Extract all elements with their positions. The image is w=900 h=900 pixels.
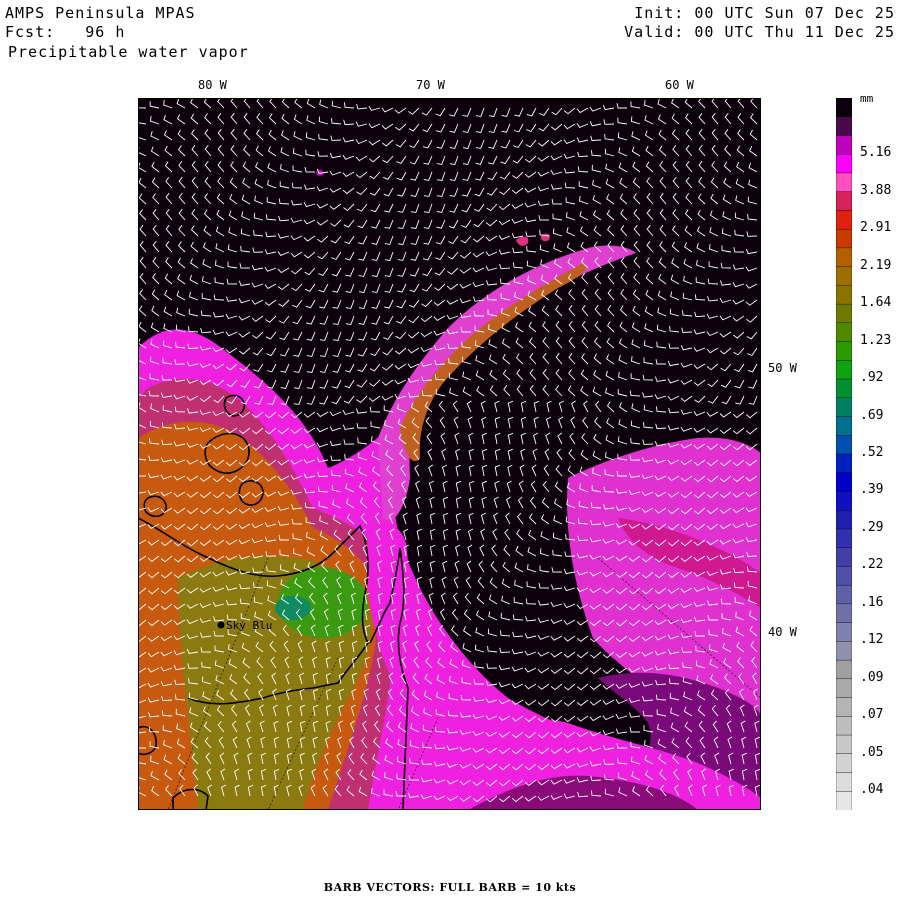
colorbar-label: .39 (860, 482, 884, 498)
colorbar-label: .05 (860, 744, 884, 760)
colorbar-swatch (836, 566, 852, 586)
forecast-hour: Fcst: 96 h (5, 23, 126, 41)
colorbar-swatch (836, 716, 852, 736)
colorbar-label: 2.91 (860, 220, 892, 236)
colorbar-swatch (836, 172, 852, 193)
colorbar-swatch (836, 641, 852, 661)
colorbar-swatch (836, 135, 852, 155)
colorbar-swatch (836, 360, 852, 380)
station-marker (217, 621, 225, 629)
colorbar-label: 2.19 (860, 257, 892, 273)
colorbar-label: .12 (860, 632, 884, 648)
colorbar-label: .09 (860, 669, 884, 685)
colorbar-swatch (836, 154, 852, 174)
colorbar-swatch (836, 247, 852, 268)
valid-time: Valid: 00 UTC Thu 11 Dec 25 (624, 23, 895, 41)
colorbar-swatch (836, 285, 852, 305)
colorbar-swatch (836, 753, 852, 774)
precipitable-water-map: Sky Blu (138, 98, 761, 810)
colorbar-swatch (836, 734, 852, 755)
lat-label-50w: 50 W (768, 361, 797, 375)
colorbar-swatch (836, 191, 852, 212)
colorbar-swatch (836, 341, 852, 362)
colorbar-swatch (836, 228, 852, 249)
colorbar-swatch (836, 584, 852, 605)
colorbar-swatch (836, 266, 852, 287)
barb-footnote: BARB VECTORS: FULL BARB = 10 kts (323, 881, 577, 894)
colorbar-label: .22 (860, 557, 884, 573)
station-label: Sky Blu (226, 619, 272, 632)
colorbar-label: .69 (860, 407, 884, 423)
colorbar-swatch (836, 435, 852, 455)
colorbar-swatch (836, 378, 852, 399)
colorbar-swatch (836, 210, 852, 230)
colorbar-label: 3.88 (860, 182, 892, 198)
colorbar-label: .52 (860, 445, 884, 460)
colorbar-unit: mm (860, 92, 874, 105)
colorbar-swatch (836, 528, 852, 549)
colorbar-label: 5.16 (860, 145, 892, 161)
colorbar-swatch (836, 547, 852, 568)
colorbar-swatch (836, 603, 852, 624)
colorbar-swatch (836, 659, 852, 680)
colorbar-swatch (836, 772, 852, 792)
moisture-teal-core (275, 596, 311, 620)
lat-label-40w: 40 W (768, 625, 797, 639)
colorbar-swatch (836, 98, 852, 118)
colorbar-swatch (836, 303, 852, 324)
colorbar-swatch (836, 510, 852, 530)
init-time: Init: 00 UTC Sun 07 Dec 25 (634, 4, 895, 22)
colorbar-swatch (836, 491, 852, 511)
field-name: Precipitable water vapor (8, 43, 249, 61)
colorbar-swatch (836, 791, 852, 810)
lon-label-60w: 60 W (665, 78, 694, 92)
colorbar-label: .16 (860, 594, 884, 610)
colorbar-swatch (836, 416, 852, 436)
colorbar-label: 1.23 (860, 332, 892, 348)
colorbar-swatch (836, 453, 852, 474)
colorbar-swatch (836, 322, 852, 343)
colorbar-swatch (836, 116, 852, 137)
colorbar-label: .07 (860, 707, 884, 723)
colorbar-swatch (836, 472, 852, 493)
colorbar-swatch (836, 678, 852, 699)
model-title: AMPS Peninsula MPAS (5, 4, 196, 22)
lon-label-80w: 80 W (198, 78, 227, 92)
colorbar-label: .29 (860, 519, 884, 535)
colorbar-swatch (836, 397, 852, 418)
colorbar-swatch (836, 622, 852, 643)
colorbar-label: .92 (860, 370, 884, 386)
colorbar-label: 1.64 (860, 295, 892, 311)
lon-label-70w: 70 W (416, 78, 445, 92)
colorbar (836, 98, 852, 810)
colorbar-swatch (836, 697, 852, 718)
colorbar-label: .04 (860, 782, 884, 798)
